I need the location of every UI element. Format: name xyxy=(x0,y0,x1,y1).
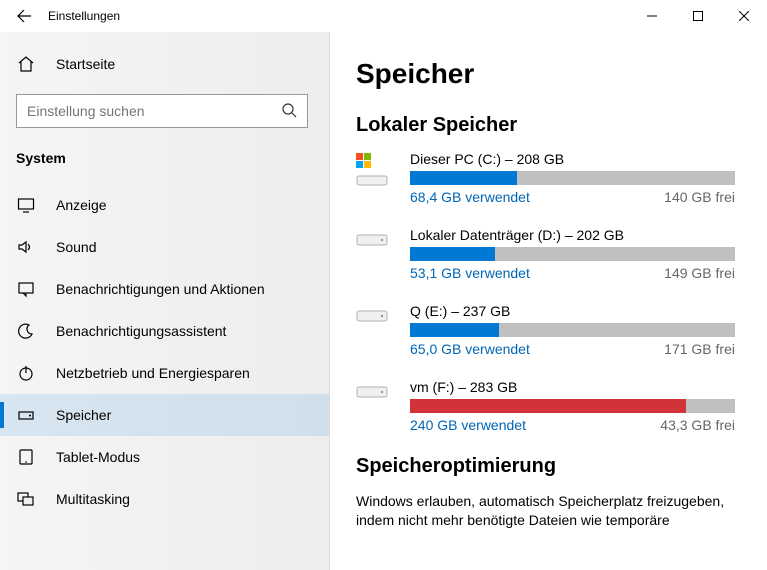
sidebar-item-home[interactable]: Startseite xyxy=(16,44,330,84)
optimization-heading: Speicheroptimierung xyxy=(356,455,735,478)
drive-icon xyxy=(356,227,394,281)
drive-usage-bar xyxy=(410,171,735,185)
drive-icon xyxy=(356,151,394,205)
sidebar-section-title: System xyxy=(16,150,330,166)
storage-icon xyxy=(16,406,36,424)
sidebar-item-label: Speicher xyxy=(56,407,111,423)
sidebar-item-label: Sound xyxy=(56,239,96,255)
sidebar-item-label: Multitasking xyxy=(56,491,130,507)
display-icon xyxy=(16,196,36,214)
drive-free-text: 140 GB frei xyxy=(664,189,735,205)
drive-icon xyxy=(356,303,394,357)
sidebar-item-label: Tablet-Modus xyxy=(56,449,140,465)
sidebar-item-multitasking[interactable]: Multitasking xyxy=(16,478,330,520)
close-icon xyxy=(739,11,749,21)
search-text-field[interactable] xyxy=(27,103,281,119)
titlebar: Einstellungen xyxy=(0,0,767,32)
power-icon xyxy=(16,364,36,382)
drive-usage-bar xyxy=(410,323,735,337)
windows-logo-icon xyxy=(356,153,372,168)
drive-free-text: 43,3 GB frei xyxy=(660,417,735,433)
sidebar-nav: Anzeige Sound Benachrichtigungen und Aktio… xyxy=(16,184,330,520)
drive-free-text: 171 GB frei xyxy=(664,341,735,357)
drive-row[interactable]: Q (E:) – 237 GB 65,0 GB verwendet 171 GB f… xyxy=(356,303,735,357)
tablet-icon xyxy=(16,448,36,466)
back-button[interactable] xyxy=(8,0,40,32)
back-arrow-icon xyxy=(16,8,32,24)
drive-title: Dieser PC (C:) – 208 GB xyxy=(410,151,735,167)
moon-icon xyxy=(16,322,36,340)
drive-used-text[interactable]: 65,0 GB verwendet xyxy=(410,341,530,357)
sidebar-item-label: Anzeige xyxy=(56,197,107,213)
minimize-button[interactable] xyxy=(629,0,675,32)
drive-used-text[interactable]: 53,1 GB verwendet xyxy=(410,265,530,281)
sidebar-item-display[interactable]: Anzeige xyxy=(16,184,330,226)
sidebar-item-label: Benachrichtigungsassistent xyxy=(56,323,226,339)
multitasking-icon xyxy=(16,490,36,508)
local-storage-heading: Lokaler Speicher xyxy=(356,114,735,137)
sidebar-home-label: Startseite xyxy=(56,56,115,72)
drives-list: Dieser PC (C:) – 208 GB 68,4 GB verwendet… xyxy=(356,151,735,433)
page-title: Speicher xyxy=(356,58,735,90)
drive-title: Lokaler Datenträger (D:) – 202 GB xyxy=(410,227,735,243)
drive-used-text[interactable]: 240 GB verwendet xyxy=(410,417,526,433)
settings-window: Einstellungen Startseite System AnzeigeS… xyxy=(0,0,767,570)
home-icon xyxy=(16,55,36,73)
sidebar-item-storage[interactable]: Speicher xyxy=(0,394,330,436)
close-button[interactable] xyxy=(721,0,767,32)
maximize-icon xyxy=(693,11,703,21)
minimize-icon xyxy=(647,11,657,21)
sidebar-item-label: Netzbetrieb und Energiesparen xyxy=(56,365,250,381)
notifications-icon xyxy=(16,280,36,298)
optimization-text: Windows erlauben, automatisch Speicherpl… xyxy=(356,492,735,530)
drive-usage-bar xyxy=(410,399,735,413)
drive-title: vm (F:) – 283 GB xyxy=(410,379,735,395)
drive-icon xyxy=(356,379,394,433)
drive-used-text[interactable]: 68,4 GB verwendet xyxy=(410,189,530,205)
drive-free-text: 149 GB frei xyxy=(664,265,735,281)
sidebar-item-sound[interactable]: Sound xyxy=(16,226,330,268)
drive-row[interactable]: vm (F:) – 283 GB 240 GB verwendet 43,3 GB … xyxy=(356,379,735,433)
drive-row[interactable]: Lokaler Datenträger (D:) – 202 GB 53,1 GB… xyxy=(356,227,735,281)
main-panel: Speicher Lokaler Speicher Dieser PC (C:)… xyxy=(330,32,767,570)
search-input[interactable] xyxy=(16,94,308,128)
drive-usage-bar xyxy=(410,247,735,261)
sidebar-item-tablet[interactable]: Tablet-Modus xyxy=(16,436,330,478)
search-icon xyxy=(281,102,297,121)
drive-row[interactable]: Dieser PC (C:) – 208 GB 68,4 GB verwendet… xyxy=(356,151,735,205)
sidebar-item-notifications[interactable]: Benachrichtigungen und Aktionen xyxy=(16,268,330,310)
sidebar-item-label: Benachrichtigungen und Aktionen xyxy=(56,281,265,297)
sidebar: Startseite System Anzeige Sound Benachrich… xyxy=(0,32,330,570)
sidebar-item-power[interactable]: Netzbetrieb und Energiesparen xyxy=(16,352,330,394)
window-title: Einstellungen xyxy=(48,9,120,23)
maximize-button[interactable] xyxy=(675,0,721,32)
sound-icon xyxy=(16,238,36,256)
sidebar-item-moon[interactable]: Benachrichtigungsassistent xyxy=(16,310,330,352)
drive-title: Q (E:) – 237 GB xyxy=(410,303,735,319)
